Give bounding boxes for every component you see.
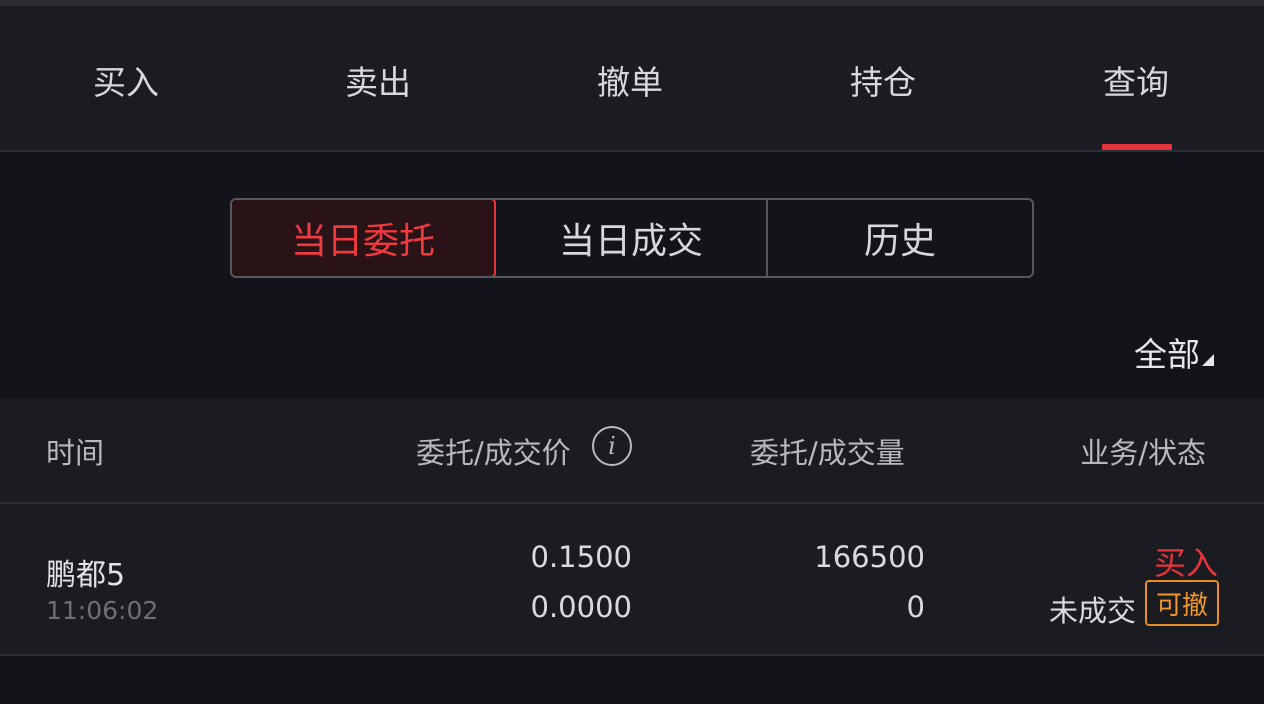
tab-query[interactable]: 查询 — [1010, 6, 1262, 150]
order-time: 11:06:02 — [46, 596, 159, 625]
trade-nav-bar: 买入 卖出 撤单 持仓 查询 — [0, 6, 1264, 152]
tab-cancel-order[interactable]: 撤单 — [504, 6, 756, 150]
tab-positions-label: 持仓 — [850, 63, 916, 102]
deal-price: 0.0000 — [530, 590, 632, 624]
segment-today-orders[interactable]: 当日委托 — [232, 200, 496, 276]
info-circle-icon[interactable]: i — [592, 426, 632, 466]
tab-query-label: 查询 — [1103, 63, 1169, 102]
tab-cancel-order-label: 撤单 — [597, 63, 663, 102]
tab-buy-label: 买入 — [93, 63, 159, 102]
tab-sell[interactable]: 卖出 — [252, 6, 504, 150]
cancelable-button[interactable]: 可撤 — [1145, 580, 1219, 626]
active-tab-indicator — [1102, 144, 1172, 150]
order-status: 未成交 — [1048, 594, 1136, 628]
order-side: 买入 — [1153, 544, 1218, 582]
header-price: 委托/成交价 — [416, 436, 571, 470]
header-status: 业务/状态 — [1080, 436, 1206, 470]
deal-quantity: 0 — [906, 590, 925, 624]
filter-dropdown[interactable]: 全部 — [1134, 330, 1214, 374]
table-header: 时间 委托/成交价 i 委托/成交量 业务/状态 — [0, 398, 1264, 504]
table-row[interactable]: 鹏都5 11:06:02 0.1500 0.0000 166500 0 买入 未… — [0, 504, 1264, 656]
header-time: 时间 — [46, 436, 105, 470]
tab-sell-label: 卖出 — [345, 63, 411, 102]
order-price: 0.1500 — [530, 540, 632, 574]
segment-history[interactable]: 历史 — [766, 200, 1032, 276]
order-quantity: 166500 — [814, 540, 925, 574]
segment-today-deals[interactable]: 当日成交 — [496, 200, 766, 276]
tab-positions[interactable]: 持仓 — [757, 6, 1009, 150]
header-quantity: 委托/成交量 — [750, 436, 905, 470]
filter-label: 全部 — [1134, 335, 1200, 374]
caret-down-right-icon — [1202, 354, 1214, 366]
security-name: 鹏都5 — [46, 558, 126, 593]
query-segmented-control: 当日委托 当日成交 历史 — [230, 198, 1034, 278]
tab-buy[interactable]: 买入 — [0, 6, 252, 150]
